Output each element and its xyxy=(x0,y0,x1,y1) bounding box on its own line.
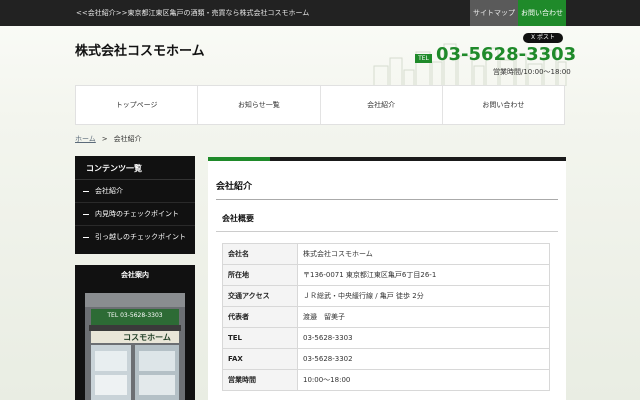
page-title: 会社紹介 xyxy=(216,182,253,192)
nav-item-top[interactable]: トップページ xyxy=(76,86,199,124)
site-tagline: <<会社紹介>>東京都江東区亀戸の酒類・売買なら株式会社コスモホーム xyxy=(76,9,310,17)
sidebar-company-box: 会社案内 TEL 03-5628-3303 コスモホーム xyxy=(75,265,195,400)
table-row: 所在地 〒136-0071 東京都江東区亀戸6丁目26-1 xyxy=(222,264,550,286)
sidebar-title: コンテンツ一覧 xyxy=(75,156,195,180)
storefront-sign-text: コスモホーム xyxy=(123,333,171,342)
table-value: 03-5628-3303 xyxy=(297,327,550,349)
tel-number: 03-5628-3303 xyxy=(436,44,577,65)
company-info-table: 会社名 株式会社コスモホーム 所在地 〒136-0071 東京都江東区亀戸6丁目26… xyxy=(222,243,550,391)
nav-item-news[interactable]: お知らせ一覧 xyxy=(198,86,321,124)
table-row: 会社名 株式会社コスモホーム xyxy=(222,243,550,265)
x-post-button[interactable]: X ポスト xyxy=(523,33,563,43)
main-top-accent xyxy=(208,157,270,161)
sidebar-contents-box: コンテンツ一覧 会社紹介 内見時のチェックポイント 引っ越しのチェックポイント xyxy=(75,156,195,254)
table-row: FAX 03-5628-3302 xyxy=(222,348,550,370)
table-row: 代表者 渡邉 留美子 xyxy=(222,306,550,328)
sidebar-item-viewing-checkpoints[interactable]: 内見時のチェックポイント xyxy=(75,203,195,226)
section-divider xyxy=(216,231,558,232)
breadcrumb-home-link[interactable]: ホーム xyxy=(75,135,96,143)
table-key: 営業時間 xyxy=(222,369,298,391)
table-value: 渡邉 留美子 xyxy=(297,306,550,328)
table-value: 株式会社コスモホーム xyxy=(297,243,550,265)
tel-badge: TEL xyxy=(415,54,432,63)
nav-item-company[interactable]: 会社紹介 xyxy=(321,86,443,124)
table-key: FAX xyxy=(222,348,298,370)
storefront-tel-text: TEL 03-5628-3303 xyxy=(106,312,162,319)
company-box-title: 会社案内 xyxy=(121,271,149,279)
table-key: 会社名 xyxy=(222,243,298,265)
top-bar: <<会社紹介>>東京都江東区亀戸の酒類・売買なら株式会社コスモホーム サイトマッ… xyxy=(0,0,640,26)
main-nav: トップページ お知らせ一覧 会社紹介 お問い合わせ xyxy=(75,85,565,125)
contact-link[interactable]: お問い合わせ xyxy=(518,0,566,26)
sidebar-item-moving-checkpoints[interactable]: 引っ越しのチェックポイント xyxy=(75,226,195,248)
breadcrumb: ホーム > 会社紹介 xyxy=(75,134,142,144)
main-top-border xyxy=(208,157,566,161)
table-value: 10:00～18:00 xyxy=(297,369,550,391)
table-key: 交通アクセス xyxy=(222,285,298,307)
table-key: 代表者 xyxy=(222,306,298,328)
storefront-photo: TEL 03-5628-3303 コスモホーム xyxy=(85,293,185,400)
table-row: 営業時間 10:00～18:00 xyxy=(222,369,550,391)
sitemap-link[interactable]: サイトマップ xyxy=(470,0,518,26)
table-key: TEL xyxy=(222,327,298,349)
table-key: 所在地 xyxy=(222,264,298,286)
sidebar-item-company[interactable]: 会社紹介 xyxy=(75,180,195,203)
table-row: TEL 03-5628-3303 xyxy=(222,327,550,349)
main-content: 会社紹介 会社概要 会社名 株式会社コスモホーム 所在地 〒136-0071 東京都… xyxy=(208,157,566,400)
table-value: ＪＲ総武・中央緩行線 / 亀戸 徒歩 2分 xyxy=(297,285,550,307)
table-value: 03-5628-3302 xyxy=(297,348,550,370)
breadcrumb-separator: > xyxy=(101,135,108,143)
section-title: 会社概要 xyxy=(222,214,254,223)
table-row: 交通アクセス ＪＲ総武・中央緩行線 / 亀戸 徒歩 2分 xyxy=(222,285,550,307)
nav-item-contact[interactable]: お問い合わせ xyxy=(443,86,564,124)
site-logo[interactable]: 株式会社コスモホーム xyxy=(75,40,205,59)
title-divider xyxy=(216,199,558,200)
business-hours: 営業時間/10:00～18:00 xyxy=(493,68,571,76)
breadcrumb-current: 会社紹介 xyxy=(113,135,142,143)
table-value: 〒136-0071 東京都江東区亀戸6丁目26-1 xyxy=(297,264,550,286)
